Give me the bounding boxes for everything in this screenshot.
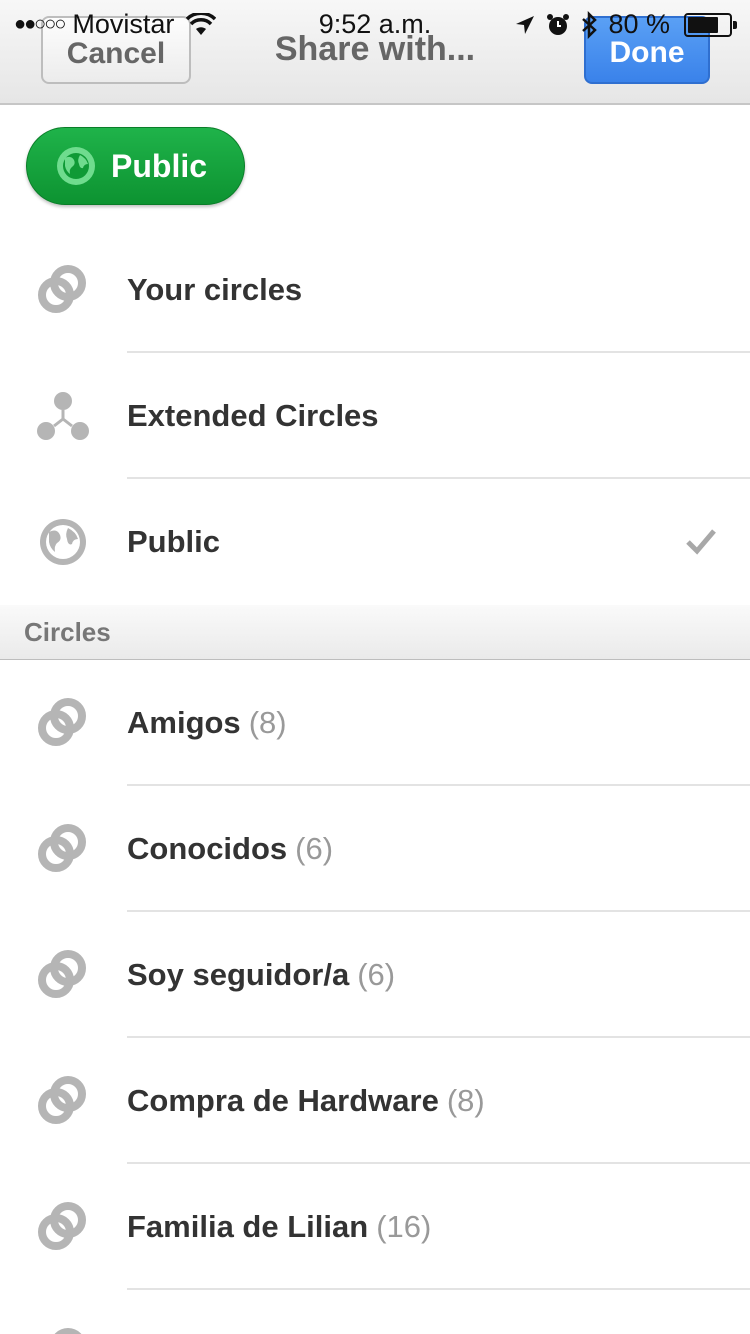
globe-icon	[40, 519, 86, 565]
member-count: (6)	[295, 831, 334, 866]
item-label: Public	[127, 524, 221, 559]
list-item-circle[interactable]: Soy seguidor/a (6)	[0, 912, 750, 1038]
member-count: (8)	[248, 705, 287, 740]
list-item-circle[interactable]	[0, 1292, 750, 1334]
list-item-circle[interactable]: Familia de Lilian (16)	[0, 1164, 750, 1290]
alarm-icon	[547, 13, 570, 35]
circles-icon	[38, 1202, 86, 1250]
list-item-circle[interactable]: Conocidos (6)	[0, 786, 750, 912]
battery-icon	[684, 12, 737, 37]
circle-name: Soy seguidor/a	[127, 957, 350, 992]
list-item-circle[interactable]: Compra de Hardware (8)	[0, 1038, 750, 1164]
circle-name: Familia de Lilian	[127, 1209, 369, 1244]
list-item-extended-circles[interactable]: Extended Circles	[0, 353, 750, 479]
item-label: Amigos (8)	[127, 660, 287, 786]
circles-icon	[54, 1328, 82, 1334]
item-label: Compra de Hardware (8)	[127, 1038, 485, 1164]
member-count: (6)	[357, 957, 396, 992]
list-item-your-circles[interactable]: Your circles	[0, 227, 750, 353]
section-header-circles: Circles	[0, 605, 750, 661]
item-label: Conocidos (6)	[127, 786, 333, 912]
item-label: Your circles	[127, 272, 303, 307]
item-label: Familia de Lilian (16)	[127, 1164, 431, 1290]
location-arrow-icon	[516, 15, 535, 34]
checkmark-icon	[686, 529, 716, 555]
item-label: Extended Circles	[127, 398, 379, 433]
circles-icon	[38, 698, 86, 746]
member-count: (16)	[376, 1209, 432, 1244]
globe-icon	[57, 147, 95, 185]
selected-audience-area: Public	[0, 105, 750, 234]
extended-circles-icon	[37, 392, 89, 440]
circles-icon	[38, 265, 86, 313]
chip-label: Public	[111, 147, 208, 184]
divider	[127, 1288, 750, 1290]
circle-name: Conocidos	[127, 831, 288, 866]
bluetooth-icon	[582, 10, 598, 39]
list-item-public[interactable]: Public	[0, 479, 750, 605]
battery-level-fill	[688, 16, 719, 33]
navigation-bar: ●●○○○ Movistar 9:52 a.m. 80 % Cancel Sha…	[0, 0, 750, 105]
battery-percentage: 80 %	[608, 9, 670, 39]
public-chip[interactable]: Public	[26, 127, 245, 205]
circles-icon	[38, 950, 86, 998]
list-item-circle[interactable]: Amigos (8)	[0, 660, 750, 786]
circle-name: Amigos	[127, 705, 241, 740]
circle-name: Compra de Hardware	[127, 1083, 439, 1118]
item-label: Soy seguidor/a (6)	[127, 912, 395, 1038]
circles-icon	[38, 1076, 86, 1124]
member-count: (8)	[446, 1083, 485, 1118]
section-title: Circles	[24, 617, 111, 647]
status-bar: ●●○○○ Movistar 9:52 a.m. 80 %	[0, 0, 750, 48]
circles-icon	[38, 824, 86, 872]
